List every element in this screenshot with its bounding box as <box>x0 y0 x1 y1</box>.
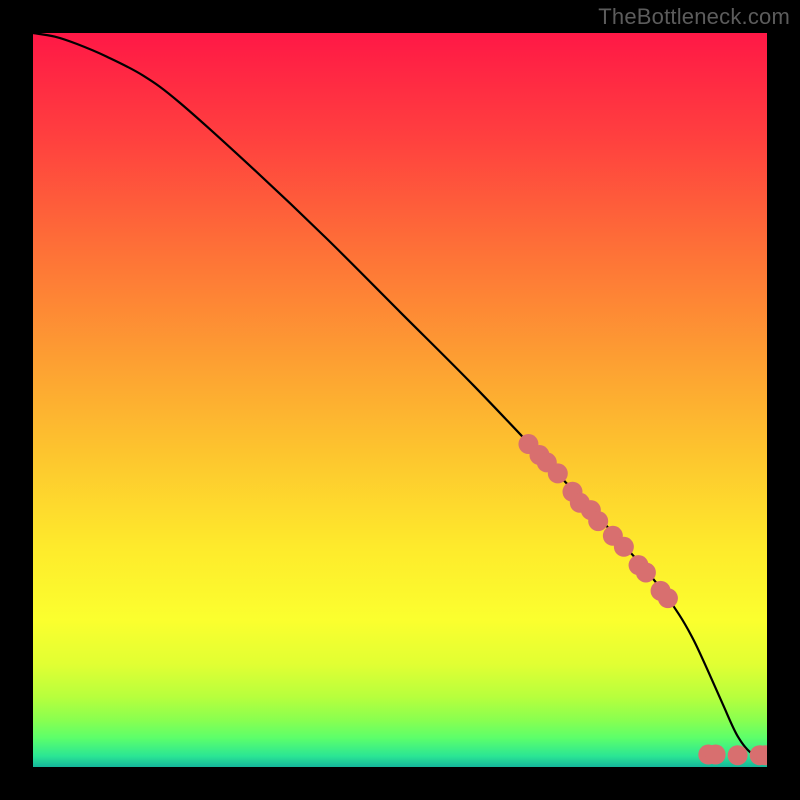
data-marker <box>548 463 568 483</box>
watermark-text: TheBottleneck.com <box>598 4 790 30</box>
data-marker <box>706 745 726 765</box>
data-marker <box>614 537 634 557</box>
gradient-background <box>33 33 767 767</box>
data-marker <box>728 745 748 765</box>
chart-frame: TheBottleneck.com <box>0 0 800 800</box>
plot-area <box>33 33 767 767</box>
data-marker <box>636 562 656 582</box>
chart-svg <box>33 33 767 767</box>
data-marker <box>658 588 678 608</box>
data-marker <box>588 511 608 531</box>
